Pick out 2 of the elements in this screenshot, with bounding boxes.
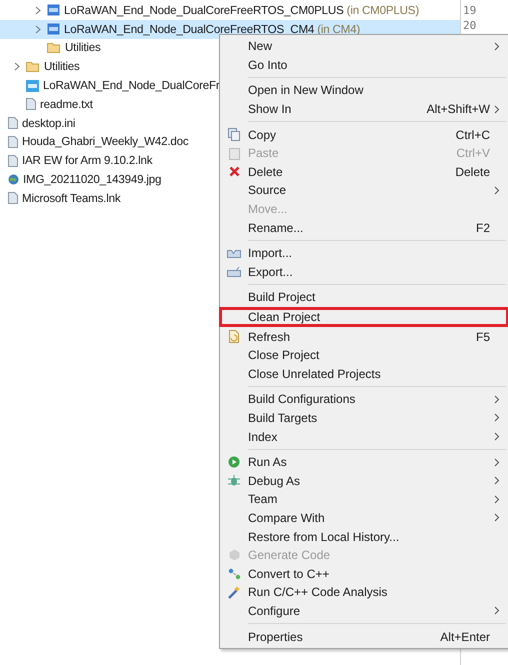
line-number: 20 bbox=[462, 19, 478, 34]
line-number: 19 bbox=[462, 4, 478, 19]
